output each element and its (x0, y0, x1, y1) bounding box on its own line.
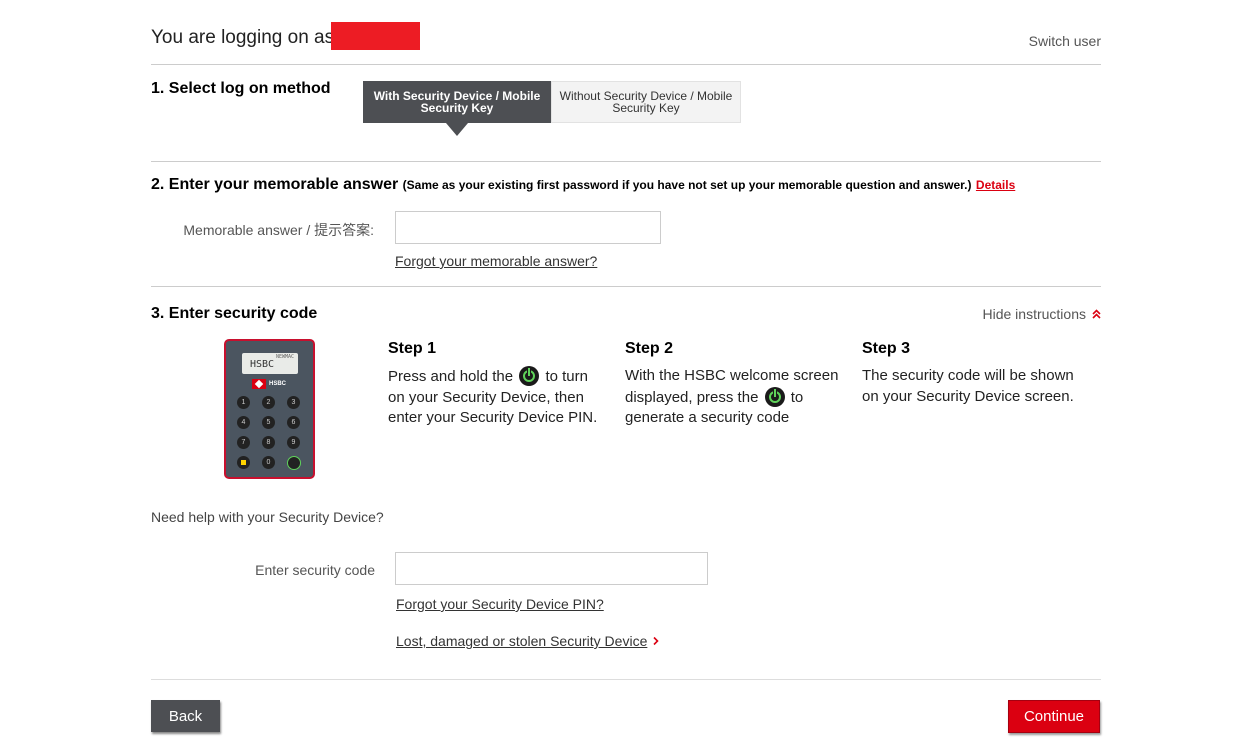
step-text: Press and hold the to turn on your Secur… (388, 366, 598, 426)
step-text: The security code will be shown on your … (862, 367, 1074, 405)
security-code-label: Enter security code (255, 562, 375, 578)
device-yellow-key-icon (237, 456, 250, 469)
section1-title: 1. Select log on method (151, 80, 331, 97)
device-keypad: 1 2 3 4 5 6 7 8 9 0 (237, 396, 301, 470)
power-button-icon (519, 366, 540, 386)
device-screen-subtext: NEWMAC (275, 354, 294, 360)
step-title: Step 3 (862, 340, 911, 357)
tab-without-security-device[interactable]: Without Security Device / Mobile Securit… (551, 81, 741, 123)
memorable-answer-label: Memorable answer / 提示答案: (183, 222, 374, 238)
lost-device-link-wrapper[interactable]: Lost, damaged or stolen Security Device (396, 633, 659, 649)
divider (151, 64, 1101, 65)
step-text: With the HSBC welcome screen displayed, … (625, 367, 839, 426)
device-key: 8 (262, 436, 275, 449)
device-key: 2 (262, 396, 275, 409)
hsbc-logo: HSBC (252, 379, 286, 389)
step-title: Step 2 (625, 340, 674, 357)
divider (151, 679, 1101, 680)
chevron-up-icon (1092, 309, 1101, 319)
security-code-input[interactable] (395, 552, 708, 585)
step-2: Step 2 With the HSBC welcome screen disp… (625, 340, 845, 429)
power-button-icon (764, 386, 785, 407)
device-help-text: Need help with your Security Device? (151, 509, 384, 525)
hsbc-brand-text: HSBC (269, 381, 287, 387)
memorable-answer-input[interactable] (395, 211, 661, 244)
device-key: 3 (287, 396, 300, 409)
divider (151, 161, 1101, 162)
device-key: 0 (262, 456, 275, 469)
tab-with-security-device[interactable]: With Security Device / Mobile Security K… (363, 81, 551, 136)
section3-title: 3. Enter security code (151, 305, 318, 322)
section2-note: (Same as your existing first password if… (402, 178, 972, 192)
device-key: 7 (237, 436, 250, 449)
hsbc-hexagon-icon (252, 379, 266, 389)
logging-on-label: You are logging on as: (151, 27, 340, 48)
step-3: Step 3 The security code will be shown o… (862, 340, 1087, 407)
chevron-right-icon (653, 636, 659, 646)
back-button[interactable]: Back (151, 700, 220, 732)
step-1: Step 1 Press and hold the to turn on you… (388, 340, 608, 429)
device-key: 6 (287, 416, 300, 429)
continue-button[interactable]: Continue (1008, 700, 1100, 733)
device-screen: HSBC NEWMAC (242, 353, 298, 374)
device-key: 5 (262, 416, 275, 429)
switch-user-link[interactable]: Switch user (1029, 33, 1101, 49)
step-title: Step 1 (388, 340, 437, 357)
device-key: 1 (237, 396, 250, 409)
device-power-key-icon (287, 456, 301, 470)
lost-device-link[interactable]: Lost, damaged or stolen Security Device (396, 633, 647, 649)
details-link[interactable]: Details (976, 178, 1015, 192)
divider (151, 286, 1101, 287)
hide-instructions-label: Hide instructions (982, 306, 1087, 322)
device-key: 4 (237, 416, 250, 429)
redacted-username (331, 22, 420, 50)
forgot-device-pin-link[interactable]: Forgot your Security Device PIN? (396, 596, 604, 612)
device-key: 9 (287, 436, 300, 449)
section2-heading: 2. Enter your memorable answer (Same as … (151, 176, 1015, 194)
section2-title: 2. Enter your memorable answer (151, 176, 399, 193)
device-screen-text: HSBC (250, 359, 275, 370)
forgot-memorable-answer-link[interactable]: Forgot your memorable answer? (395, 253, 597, 269)
hide-instructions-toggle[interactable]: Hide instructions (983, 306, 1102, 322)
security-device-image: HSBC NEWMAC HSBC 1 2 3 4 5 6 7 8 9 0 (224, 339, 315, 479)
